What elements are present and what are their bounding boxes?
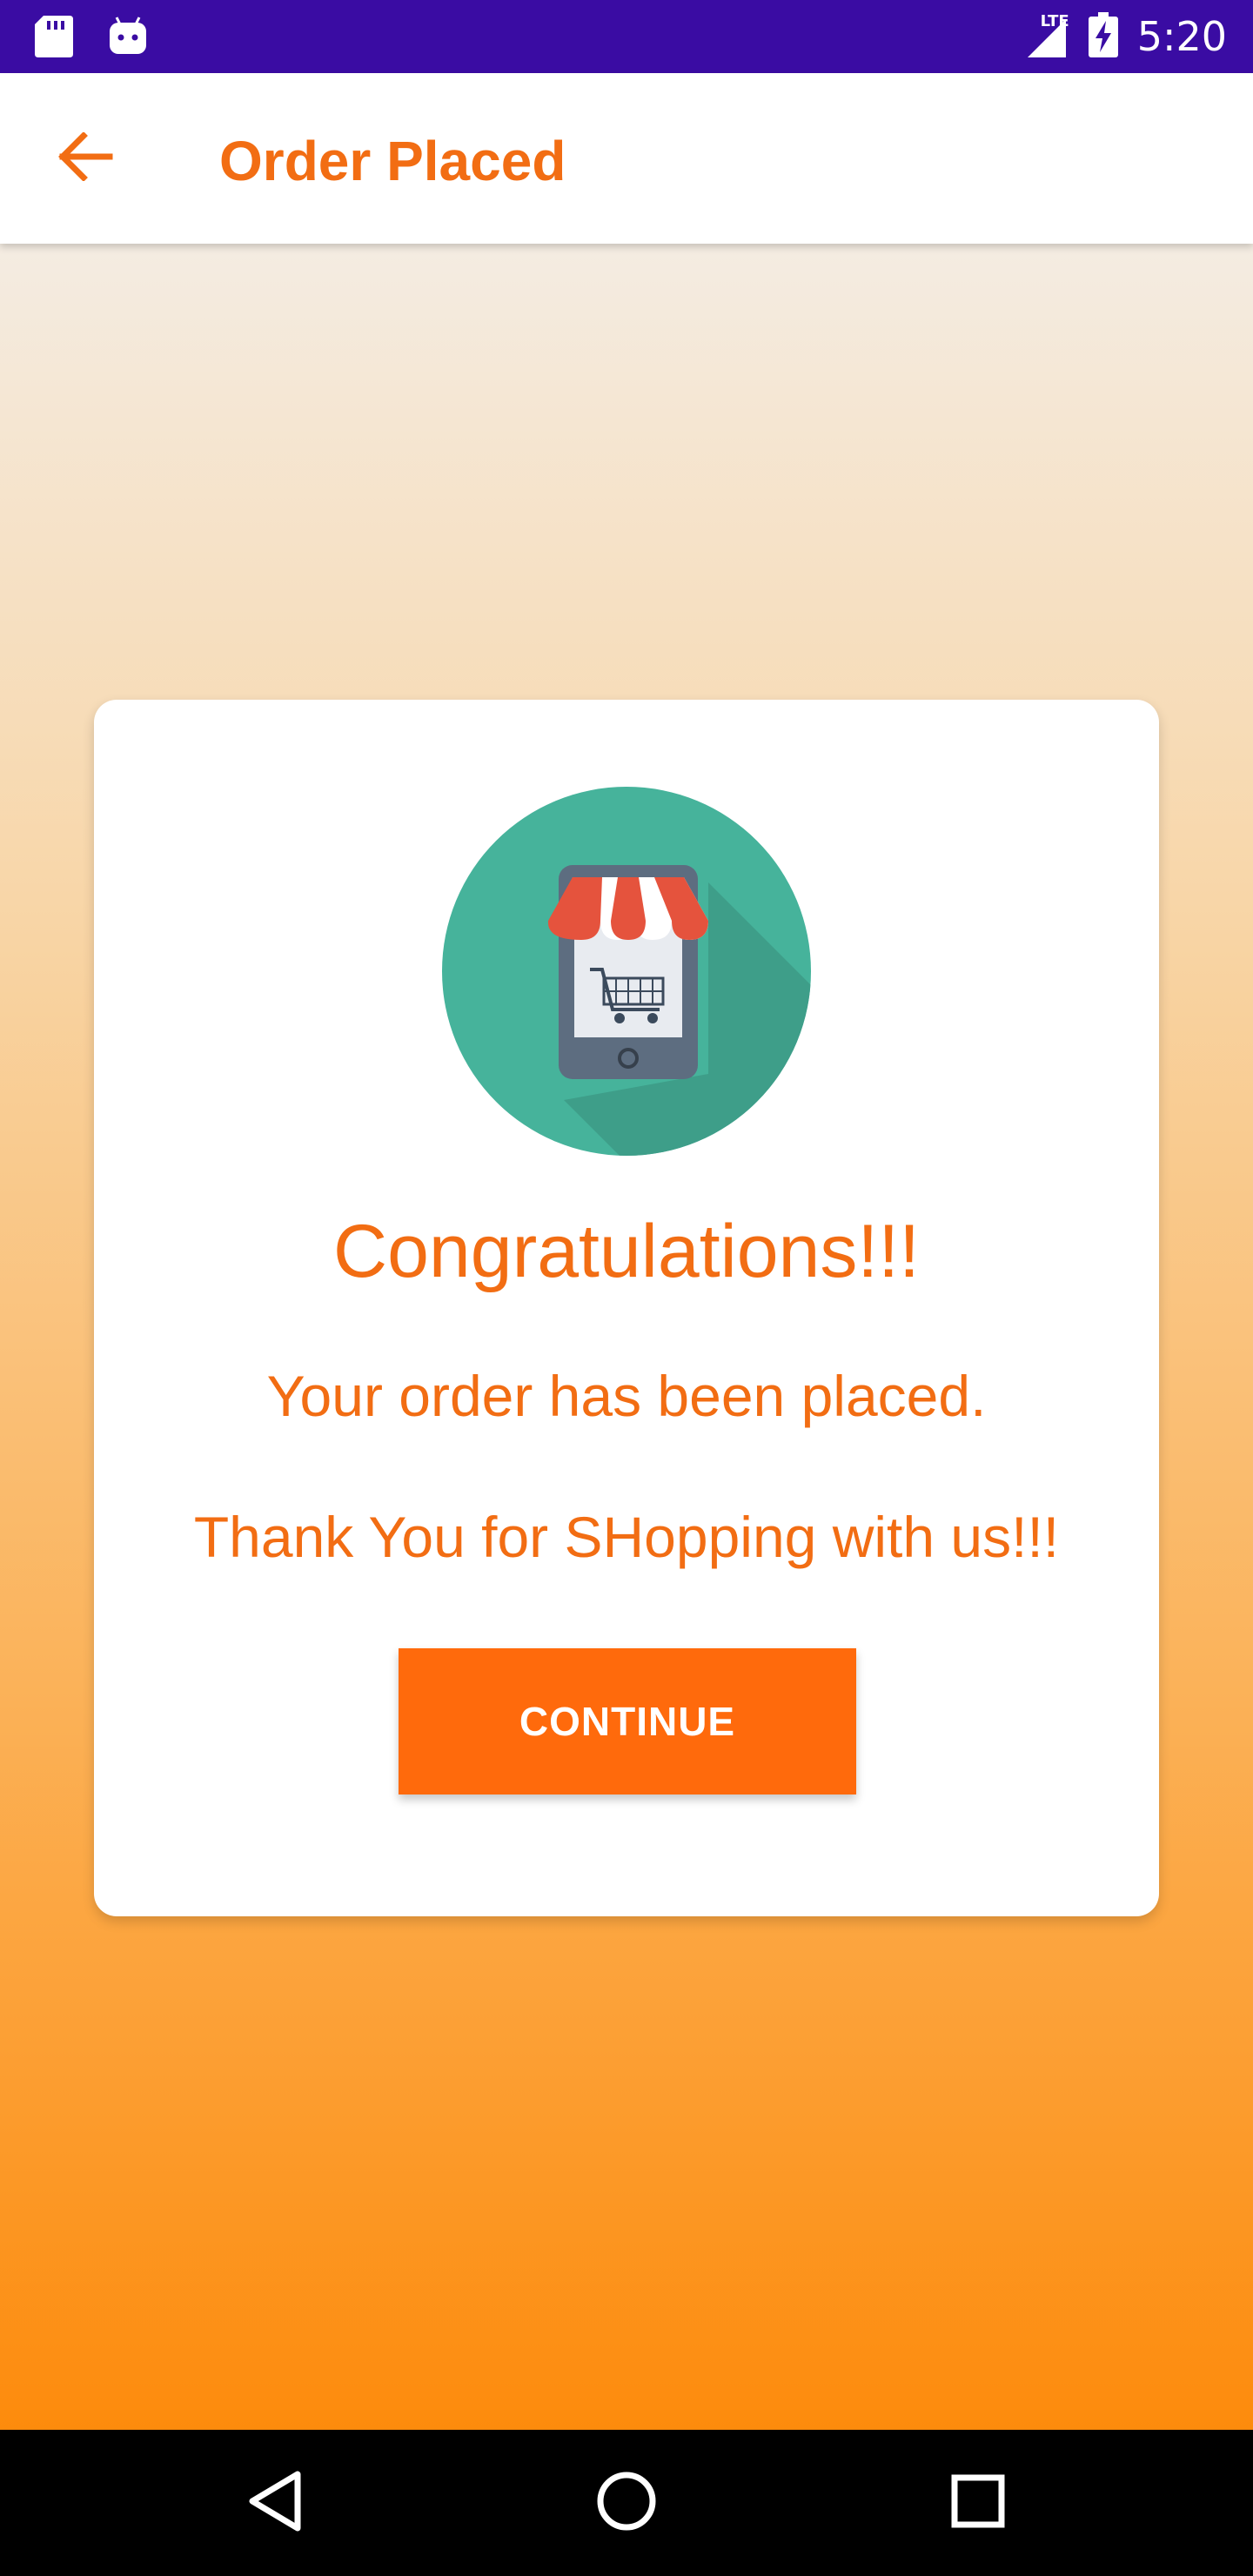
arrow-back-icon (57, 131, 113, 185)
nav-recents-button[interactable] (935, 2459, 1022, 2546)
android-icon (108, 14, 148, 62)
congratulations-heading: Congratulations!!! (332, 1210, 921, 1293)
recents-square-icon (950, 2473, 1006, 2533)
content-area: Congratulations!!! Your order has been p… (0, 244, 1253, 2430)
battery-charging-icon (1088, 11, 1118, 62)
order-placed-message: Your order has been placed. (266, 1364, 987, 1428)
nav-home-button[interactable] (583, 2459, 670, 2546)
status-bar: LTE 5:20 (0, 0, 1253, 73)
page-title: Order Placed (219, 130, 566, 192)
sd-card-icon (35, 14, 73, 62)
home-circle-icon (596, 2471, 657, 2536)
continue-button[interactable]: CONTINUE (399, 1648, 856, 1794)
confirmation-card: Congratulations!!! Your order has been p… (94, 700, 1159, 1916)
thank-you-message: Thank You for SHopping with us!!! (193, 1505, 1060, 1569)
nav-back-button[interactable] (231, 2459, 318, 2546)
signal-icon: LTE (1022, 0, 1069, 73)
mobile-shop-cart-icon (442, 787, 811, 1156)
status-time: 5:20 (1136, 13, 1227, 60)
system-nav-bar (0, 2430, 1253, 2576)
back-button[interactable] (50, 124, 120, 193)
app-bar: Order Placed (0, 73, 1253, 244)
back-triangle-icon (247, 2471, 303, 2536)
